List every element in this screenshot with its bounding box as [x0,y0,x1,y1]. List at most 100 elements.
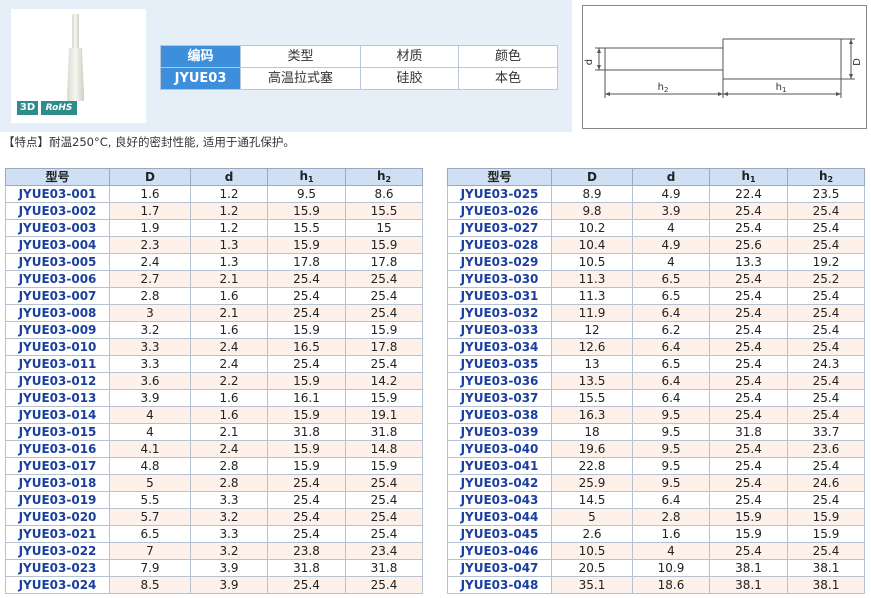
inner-diameter-cell: 1.6 [632,525,710,543]
h1-cell: 25.4 [709,542,788,560]
outer-diameter-cell: 13.5 [551,372,633,390]
h1-cell: 25.4 [709,219,788,237]
h2-cell: 33.7 [787,423,865,441]
inner-diameter-cell: 1.6 [190,287,268,305]
outer-diameter-cell: 25.9 [551,474,633,492]
model-cell: JYUE03-047 [447,559,552,577]
h1-cell: 25.4 [267,304,346,322]
table-row: JYUE03-031 11.3 6.5 25.4 25.4 [447,287,865,305]
model-cell: JYUE03-005 [5,253,110,271]
h2-cell: 25.4 [787,372,865,390]
model-cell: JYUE03-016 [5,440,110,458]
h2-cell: 19.1 [345,406,423,424]
h2-cell: 24.6 [787,474,865,492]
inner-diameter-cell: 2.4 [190,338,268,356]
table-row: JYUE03-024 8.5 3.9 25.4 25.4 [5,576,423,594]
h1-cell: 38.1 [709,576,788,594]
h2-cell: 25.4 [345,474,423,492]
h1-cell: 13.3 [709,253,788,271]
inner-diameter-cell: 9.5 [632,457,710,475]
model-cell: JYUE03-048 [447,576,552,594]
outer-diameter-cell: 5.5 [109,491,191,509]
h2-cell: 25.4 [787,304,865,322]
model-cell: JYUE03-041 [447,457,552,475]
model-cell: JYUE03-018 [5,474,110,492]
table-row: JYUE03-002 1.7 1.2 15.9 15.5 [5,202,423,220]
inner-diameter-cell: 1.2 [190,185,268,203]
outer-diameter-cell: 8.5 [109,576,191,594]
model-cell: JYUE03-014 [5,406,110,424]
spec-table-right: 型号 D d h1 h2 JYUE03-025 8.9 4.9 22.4 23.5 JYU… [447,168,865,594]
model-cell: JYUE03-010 [5,338,110,356]
inner-diameter-cell: 3.3 [190,491,268,509]
h2-cell: 25.4 [787,287,865,305]
outer-diameter-cell: 15.5 [551,389,633,407]
h1-cell: 25.4 [267,355,346,373]
model-cell: JYUE03-031 [447,287,552,305]
inner-diameter-cell: 6.4 [632,372,710,390]
table-row: JYUE03-044 5 2.8 15.9 15.9 [447,508,865,526]
table-row: JYUE03-001 1.6 1.2 9.5 8.6 [5,185,423,203]
model-cell: JYUE03-037 [447,389,552,407]
h1-cell: 38.1 [709,559,788,577]
label-h2: h2 [658,82,669,94]
table-row: JYUE03-014 4 1.6 15.9 19.1 [5,406,423,424]
model-cell: JYUE03-022 [5,542,110,560]
h1-cell: 25.4 [267,287,346,305]
h1-cell: 25.4 [709,355,788,373]
h1-cell: 25.4 [267,474,346,492]
rohs-badge: RoHS [41,101,77,115]
h2-cell: 38.1 [787,576,865,594]
outer-diameter-cell: 2.4 [109,253,191,271]
table-row: JYUE03-008 3 2.1 25.4 25.4 [5,304,423,322]
model-cell: JYUE03-033 [447,321,552,339]
model-cell: JYUE03-032 [447,304,552,322]
inner-diameter-cell: 3.9 [632,202,710,220]
h1-cell: 16.1 [267,389,346,407]
h1-cell: 17.8 [267,253,346,271]
header-d: d [190,168,268,186]
inner-diameter-cell: 4 [632,542,710,560]
model-cell: JYUE03-027 [447,219,552,237]
table-row: JYUE03-012 3.6 2.2 15.9 14.2 [5,372,423,390]
info-header-color: 颜色 [458,45,558,68]
h1-cell: 15.9 [267,202,346,220]
h2-cell: 25.4 [787,236,865,254]
table-row: JYUE03-003 1.9 1.2 15.5 15 [5,219,423,237]
header-d: d [632,168,710,186]
h2-cell: 8.6 [345,185,423,203]
inner-diameter-cell: 3.2 [190,542,268,560]
label-d: d [584,59,595,65]
model-cell: JYUE03-002 [5,202,110,220]
h2-cell: 15.9 [345,457,423,475]
h2-cell: 24.3 [787,355,865,373]
h1-cell: 25.4 [709,474,788,492]
h2-cell: 25.4 [345,304,423,322]
model-cell: JYUE03-026 [447,202,552,220]
inner-diameter-cell: 6.5 [632,355,710,373]
product-info-table: 编码 类型 材质 颜色 JYUE03 高温拉式塞 硅胶 本色 [160,45,558,90]
outer-diameter-cell: 10.5 [551,253,633,271]
table-row: JYUE03-023 7.9 3.9 31.8 31.8 [5,559,423,577]
header-D: D [109,168,191,186]
h2-cell: 15.9 [345,389,423,407]
header-h2: h2 [345,168,423,186]
outer-diameter-cell: 3.3 [109,338,191,356]
h2-cell: 15 [345,219,423,237]
h1-cell: 25.4 [267,270,346,288]
model-cell: JYUE03-001 [5,185,110,203]
h2-cell: 15.9 [787,508,865,526]
model-cell: JYUE03-015 [5,423,110,441]
outer-diameter-cell: 10.2 [551,219,633,237]
outer-diameter-cell: 2.7 [109,270,191,288]
h1-cell: 25.4 [267,576,346,594]
table-row: JYUE03-004 2.3 1.3 15.9 15.9 [5,236,423,254]
h1-cell: 25.4 [709,321,788,339]
outer-diameter-cell: 3.3 [109,355,191,373]
inner-diameter-cell: 6.2 [632,321,710,339]
inner-diameter-cell: 2.2 [190,372,268,390]
table-row: JYUE03-017 4.8 2.8 15.9 15.9 [5,457,423,475]
header-h1: h1 [709,168,788,186]
inner-diameter-cell: 6.4 [632,304,710,322]
outer-diameter-cell: 3 [109,304,191,322]
